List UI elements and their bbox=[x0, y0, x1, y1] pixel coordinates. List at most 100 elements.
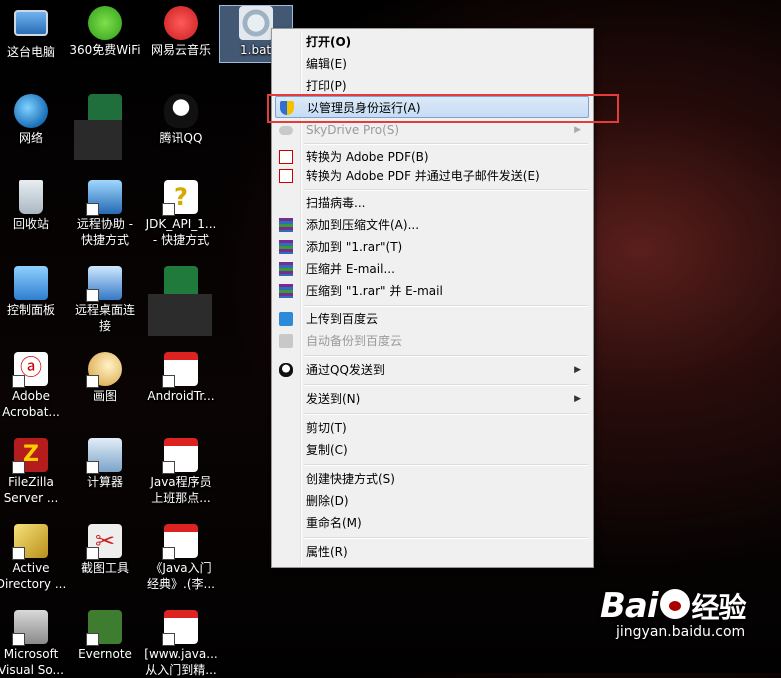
active-directory-icon bbox=[12, 524, 48, 560]
menu-item-compress-email[interactable]: 压缩并 E-mail... bbox=[275, 258, 589, 280]
acrobat-icon: ⓐ bbox=[12, 352, 48, 388]
menu-item-cut[interactable]: 剪切(T) bbox=[275, 417, 589, 439]
menu-item-label: 添加到压缩文件(A)... bbox=[306, 218, 420, 232]
qq-penguin-icon bbox=[164, 94, 198, 128]
desktop-icon-adobe-acrobat[interactable]: ⓐ Adobe Acrobat... bbox=[0, 352, 68, 420]
menu-item-auto-backup-baidu[interactable]: 自动备份到百度云 bbox=[275, 330, 589, 352]
logo-text-left: Bai bbox=[600, 586, 659, 626]
pdf-file-icon bbox=[162, 610, 198, 646]
menu-item-label: 重命名(M) bbox=[306, 516, 362, 530]
submenu-arrow-icon: ▶ bbox=[574, 365, 581, 375]
pdf-file-icon bbox=[162, 438, 198, 474]
filezilla-icon: Z bbox=[12, 438, 48, 474]
desktop-icon-remote-assistance[interactable]: 远程协助 - 快捷方式 bbox=[68, 180, 142, 248]
menu-item-convert-pdf-email[interactable]: 转换为 Adobe PDF 并通过电子邮件发送(E) bbox=[275, 165, 589, 187]
desktop-icon-java-www[interactable]: [www.java... 从入门到精... bbox=[144, 610, 218, 678]
menu-separator bbox=[304, 305, 588, 307]
wifi-icon bbox=[88, 6, 122, 40]
baidu-paw-icon bbox=[659, 588, 690, 619]
menu-item-label: 转换为 Adobe PDF(B) bbox=[306, 150, 429, 164]
pdf-mail-icon bbox=[279, 169, 293, 183]
menu-item-label: 删除(D) bbox=[306, 494, 349, 508]
desktop-icon-java-book[interactable]: 《Java入门 经典》.(李... bbox=[144, 524, 218, 592]
desktop-icon-android-pdf[interactable]: AndroidTr... bbox=[144, 352, 218, 404]
menu-item-edit[interactable]: 编辑(E) bbox=[275, 53, 589, 75]
menu-item-label: 打印(P) bbox=[306, 79, 347, 93]
menu-item-upload-baidu[interactable]: 上传到百度云 bbox=[275, 308, 589, 330]
baidu-cloud-icon bbox=[279, 334, 293, 348]
help-file-icon: ? bbox=[162, 180, 198, 216]
desktop-icon-snipping-tool[interactable]: ✂ 截图工具 bbox=[68, 524, 142, 576]
menu-separator bbox=[304, 384, 588, 386]
winrar-icon bbox=[279, 218, 293, 232]
menu-item-label: 添加到 "1.rar"(T) bbox=[306, 240, 403, 254]
qq-icon bbox=[279, 363, 293, 377]
batch-gear-icon bbox=[239, 6, 273, 40]
desktop-icon-active-directory[interactable]: Active Directory ... bbox=[0, 524, 68, 592]
menu-item-rename[interactable]: 重命名(M) bbox=[275, 512, 589, 534]
menu-item-label: 复制(C) bbox=[306, 443, 348, 457]
menu-item-label: 自动备份到百度云 bbox=[306, 334, 403, 348]
calculator-icon bbox=[86, 438, 122, 474]
desktop-icon-jdk-api[interactable]: ? JDK_API_1... - 快捷方式 bbox=[144, 180, 218, 248]
menu-item-label: 转换为 Adobe PDF 并通过电子邮件发送(E) bbox=[306, 169, 540, 183]
desktop-icon-qq[interactable]: 腾讯QQ bbox=[144, 94, 218, 146]
baidu-cloud-icon bbox=[279, 312, 293, 326]
pdf-file-icon bbox=[162, 524, 198, 560]
menu-item-send-to[interactable]: 发送到(N) ▶ bbox=[275, 388, 589, 410]
menu-item-scan-virus[interactable]: 扫描病毒... bbox=[275, 192, 589, 214]
winrar-icon bbox=[279, 262, 293, 276]
desktop-icon-calculator[interactable]: 计算器 bbox=[68, 438, 142, 490]
visual-studio-icon bbox=[12, 610, 48, 646]
menu-item-label: SkyDrive Pro(S) bbox=[306, 123, 400, 137]
desktop-icon-visual-studio[interactable]: Microsoft Visual So... bbox=[0, 610, 68, 678]
menu-item-compress-1rar-email[interactable]: 压缩到 "1.rar" 并 E-mail bbox=[275, 280, 589, 302]
desktop-icon-recycle-bin[interactable]: 回收站 bbox=[0, 180, 68, 232]
menu-item-add-to-1rar[interactable]: 添加到 "1.rar"(T) bbox=[275, 236, 589, 258]
desktop-icon-netease-music[interactable]: 网易云音乐 bbox=[144, 6, 218, 58]
menu-item-copy[interactable]: 复制(C) bbox=[275, 439, 589, 461]
network-globe-icon bbox=[14, 94, 48, 128]
menu-item-open[interactable]: 打开(O) bbox=[275, 31, 589, 53]
menu-item-label: 通过QQ发送到 bbox=[306, 363, 385, 377]
pdf-file-icon bbox=[162, 352, 198, 388]
menu-item-create-shortcut[interactable]: 创建快捷方式(S) bbox=[275, 468, 589, 490]
netease-music-icon bbox=[164, 6, 198, 40]
pdf-icon bbox=[279, 150, 293, 164]
mosaic-block bbox=[74, 120, 122, 160]
winrar-icon bbox=[279, 284, 293, 298]
remote-assistance-icon bbox=[86, 180, 122, 216]
menu-item-delete[interactable]: 删除(D) bbox=[275, 490, 589, 512]
menu-item-add-to-archive[interactable]: 添加到压缩文件(A)... bbox=[275, 214, 589, 236]
paint-palette-icon bbox=[86, 352, 122, 388]
desktop-icon-360wifi[interactable]: 360免费WiFi bbox=[68, 6, 142, 58]
menu-separator bbox=[304, 355, 588, 357]
desktop-icon-evernote[interactable]: Evernote bbox=[68, 610, 142, 662]
menu-item-label: 发送到(N) bbox=[306, 392, 361, 406]
annotation-highlight-box bbox=[267, 94, 619, 123]
desktop-icon-network[interactable]: 网络 bbox=[0, 94, 68, 146]
desktop-icon-java-pdf[interactable]: Java程序员 上班那点... bbox=[144, 438, 218, 506]
control-panel-icon bbox=[14, 266, 48, 300]
logo-text-right: 经验 bbox=[691, 591, 747, 624]
desktop-icon-paint[interactable]: 画图 bbox=[68, 352, 142, 404]
menu-item-label: 创建快捷方式(S) bbox=[306, 472, 395, 486]
submenu-arrow-icon: ▶ bbox=[574, 394, 581, 404]
menu-item-label: 上传到百度云 bbox=[306, 312, 379, 326]
desktop-icon-this-pc[interactable]: 这台电脑 bbox=[0, 6, 68, 60]
menu-separator bbox=[304, 143, 588, 145]
watermark-url: jingyan.baidu.com bbox=[616, 624, 746, 640]
desktop-icon-control-panel[interactable]: 控制面板 bbox=[0, 266, 68, 318]
recycle-bin-icon bbox=[19, 180, 43, 214]
menu-item-label: 扫描病毒... bbox=[306, 196, 366, 210]
desktop-icon-filezilla[interactable]: Z FileZilla Server ... bbox=[0, 438, 68, 506]
menu-item-properties[interactable]: 属性(R) bbox=[275, 541, 589, 563]
cloud-icon bbox=[279, 126, 293, 135]
scissors-icon: ✂ bbox=[86, 524, 122, 560]
menu-separator bbox=[304, 413, 588, 415]
menu-item-label: 压缩到 "1.rar" 并 E-mail bbox=[306, 284, 443, 298]
remote-desktop-icon bbox=[86, 266, 122, 302]
menu-item-send-via-qq[interactable]: 通过QQ发送到 ▶ bbox=[275, 359, 589, 381]
menu-item-label: 压缩并 E-mail... bbox=[306, 262, 395, 276]
desktop-icon-remote-desktop[interactable]: 远程桌面连 接 bbox=[68, 266, 142, 334]
